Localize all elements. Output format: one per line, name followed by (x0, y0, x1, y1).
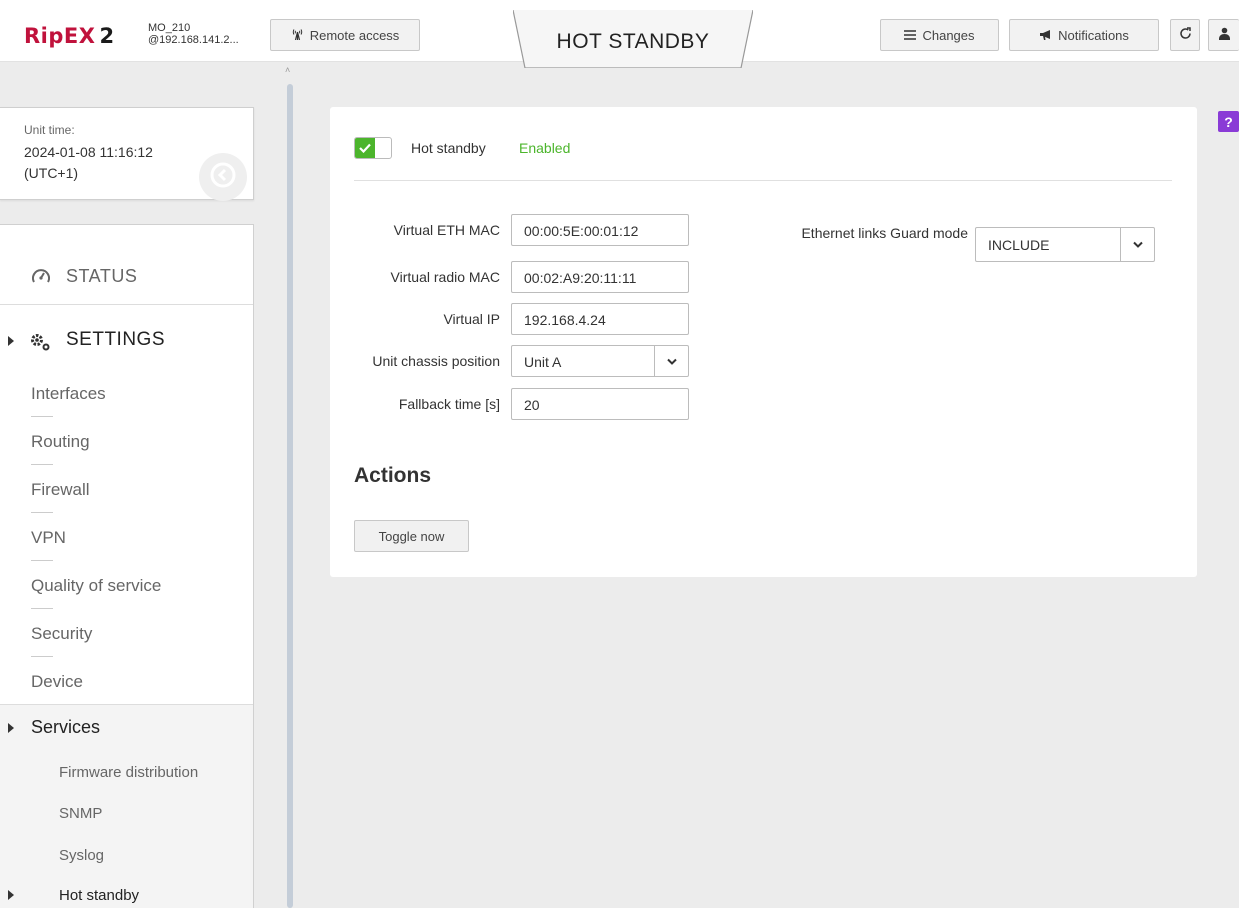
collapse-sidebar-button[interactable] (199, 153, 247, 201)
nav-divider (31, 608, 53, 609)
sidebar-item-firmware-distribution[interactable]: Firmware distribution (59, 764, 198, 781)
actions-heading: Actions (354, 464, 432, 487)
user-icon (1218, 27, 1230, 43)
nav-status-label: STATUS (66, 266, 138, 286)
gears-icon (28, 332, 52, 357)
unit-time-value: 2024-01-08 11:16:12 (UTC+1) (24, 144, 153, 181)
notifications-button[interactable]: Notifications (1009, 19, 1159, 51)
fallback-time-input[interactable]: 20 (511, 388, 689, 420)
nav-services-label: Services (31, 717, 101, 737)
chevron-left-icon (210, 162, 236, 193)
sidebar-item-security[interactable]: Security (31, 624, 92, 644)
nav-divider (31, 656, 53, 657)
nav-divider (31, 464, 53, 465)
unit-time-label: Unit time: (24, 123, 75, 137)
top-bar: RipEX 2 MO_210 @192.168.141.2... Remote a… (0, 0, 1239, 68)
changes-label: Changes (922, 27, 975, 43)
hot-standby-card: Hot standby Enabled Virtual ETH MAC 00:0… (330, 107, 1197, 577)
scroll-up-icon[interactable]: ˄ (285, 65, 290, 75)
unit-name: MO_210 (148, 22, 191, 34)
unit-identity: MO_210 @192.168.141.2... (148, 22, 239, 46)
unit-chassis-position-select[interactable]: Unit A (511, 345, 689, 377)
changes-button[interactable]: Changes (880, 19, 999, 51)
check-icon (355, 138, 375, 158)
unit-chassis-position-label: Unit chassis position (372, 353, 500, 369)
expanded-bullet-icon (8, 336, 14, 346)
virtual-ip-input[interactable]: 192.168.4.24 (511, 303, 689, 335)
refresh-button[interactable] (1170, 19, 1200, 51)
hot-standby-toggle[interactable] (354, 137, 392, 159)
section-divider (354, 180, 1172, 181)
ripex-logo: RipEX 2 (24, 24, 115, 48)
nav-services[interactable]: Services (0, 715, 253, 745)
virtual-radio-mac-input[interactable]: 00:02:A9:20:11:11 (511, 261, 689, 293)
sidebar-item-firewall[interactable]: Firewall (31, 480, 90, 500)
sidebar-scrollbar[interactable]: ˄ (283, 62, 297, 908)
chevron-down-icon[interactable] (1120, 228, 1154, 261)
fallback-time-label: Fallback time [s] (398, 396, 500, 412)
nav-divider (31, 560, 53, 561)
gauge-icon (32, 268, 50, 289)
nav-settings[interactable]: SETTINGS (0, 327, 253, 357)
nav-status[interactable]: STATUS (0, 225, 253, 305)
ethernet-guard-mode-select[interactable]: INCLUDE (975, 227, 1155, 262)
nav-settings-section: SETTINGS Interfaces Routing Firewall VPN… (0, 305, 253, 705)
hot-standby-label: Hot standby (411, 140, 486, 156)
unit-time-panel: Unit time: 2024-01-08 11:16:12 (UTC+1) (0, 107, 254, 201)
virtual-eth-mac-label: Virtual ETH MAC (393, 222, 500, 238)
sidebar-item-snmp[interactable]: SNMP (59, 805, 102, 822)
nav-settings-label: SETTINGS (66, 329, 166, 350)
sidebar-item-hot-standby[interactable]: Hot standby (59, 887, 139, 904)
toggle-now-button[interactable]: Toggle now (354, 520, 469, 552)
ethernet-guard-mode-value: INCLUDE (988, 237, 1050, 253)
remote-access-button[interactable]: Remote access (270, 19, 420, 51)
ethernet-guard-mode-label: Ethernet links Guard mode (801, 225, 968, 241)
sidebar-item-vpn[interactable]: VPN (31, 528, 66, 548)
sidebar-item-syslog[interactable]: Syslog (59, 847, 104, 864)
virtual-radio-mac-label: Virtual radio MAC (390, 269, 500, 285)
chevron-down-icon[interactable] (654, 346, 688, 376)
unit-address: @192.168.141.2... (148, 34, 239, 46)
sidebar-item-routing[interactable]: Routing (31, 432, 90, 452)
megaphone-icon (1039, 28, 1052, 43)
list-icon (904, 28, 917, 43)
sidebar-nav: STATUS SETTINGS Interfaces Routing Firew… (0, 224, 254, 908)
sidebar-item-quality-of-service[interactable]: Quality of service (31, 576, 161, 596)
nav-divider (31, 416, 53, 417)
remote-access-label: Remote access (309, 27, 400, 43)
page-title: HOT STANDBY (556, 30, 710, 53)
antenna-icon (291, 28, 304, 43)
hot-standby-status: Enabled (519, 140, 571, 156)
unit-chassis-position-value: Unit A (524, 354, 562, 370)
scrollbar-thumb[interactable] (287, 84, 293, 908)
expanded-bullet-icon (8, 723, 14, 733)
page-title-tab: HOT STANDBY (513, 10, 753, 68)
nav-divider (31, 512, 53, 513)
refresh-icon (1179, 27, 1192, 43)
notifications-label: Notifications (1058, 27, 1129, 43)
active-bullet-icon (8, 890, 14, 900)
user-button[interactable] (1208, 19, 1239, 51)
virtual-ip-label: Virtual IP (443, 311, 500, 327)
sidebar-item-device[interactable]: Device (31, 672, 83, 692)
help-icon[interactable]: ? (1218, 111, 1239, 132)
virtual-eth-mac-input[interactable]: 00:00:5E:00:01:12 (511, 214, 689, 246)
sidebar-item-interfaces[interactable]: Interfaces (31, 384, 106, 404)
